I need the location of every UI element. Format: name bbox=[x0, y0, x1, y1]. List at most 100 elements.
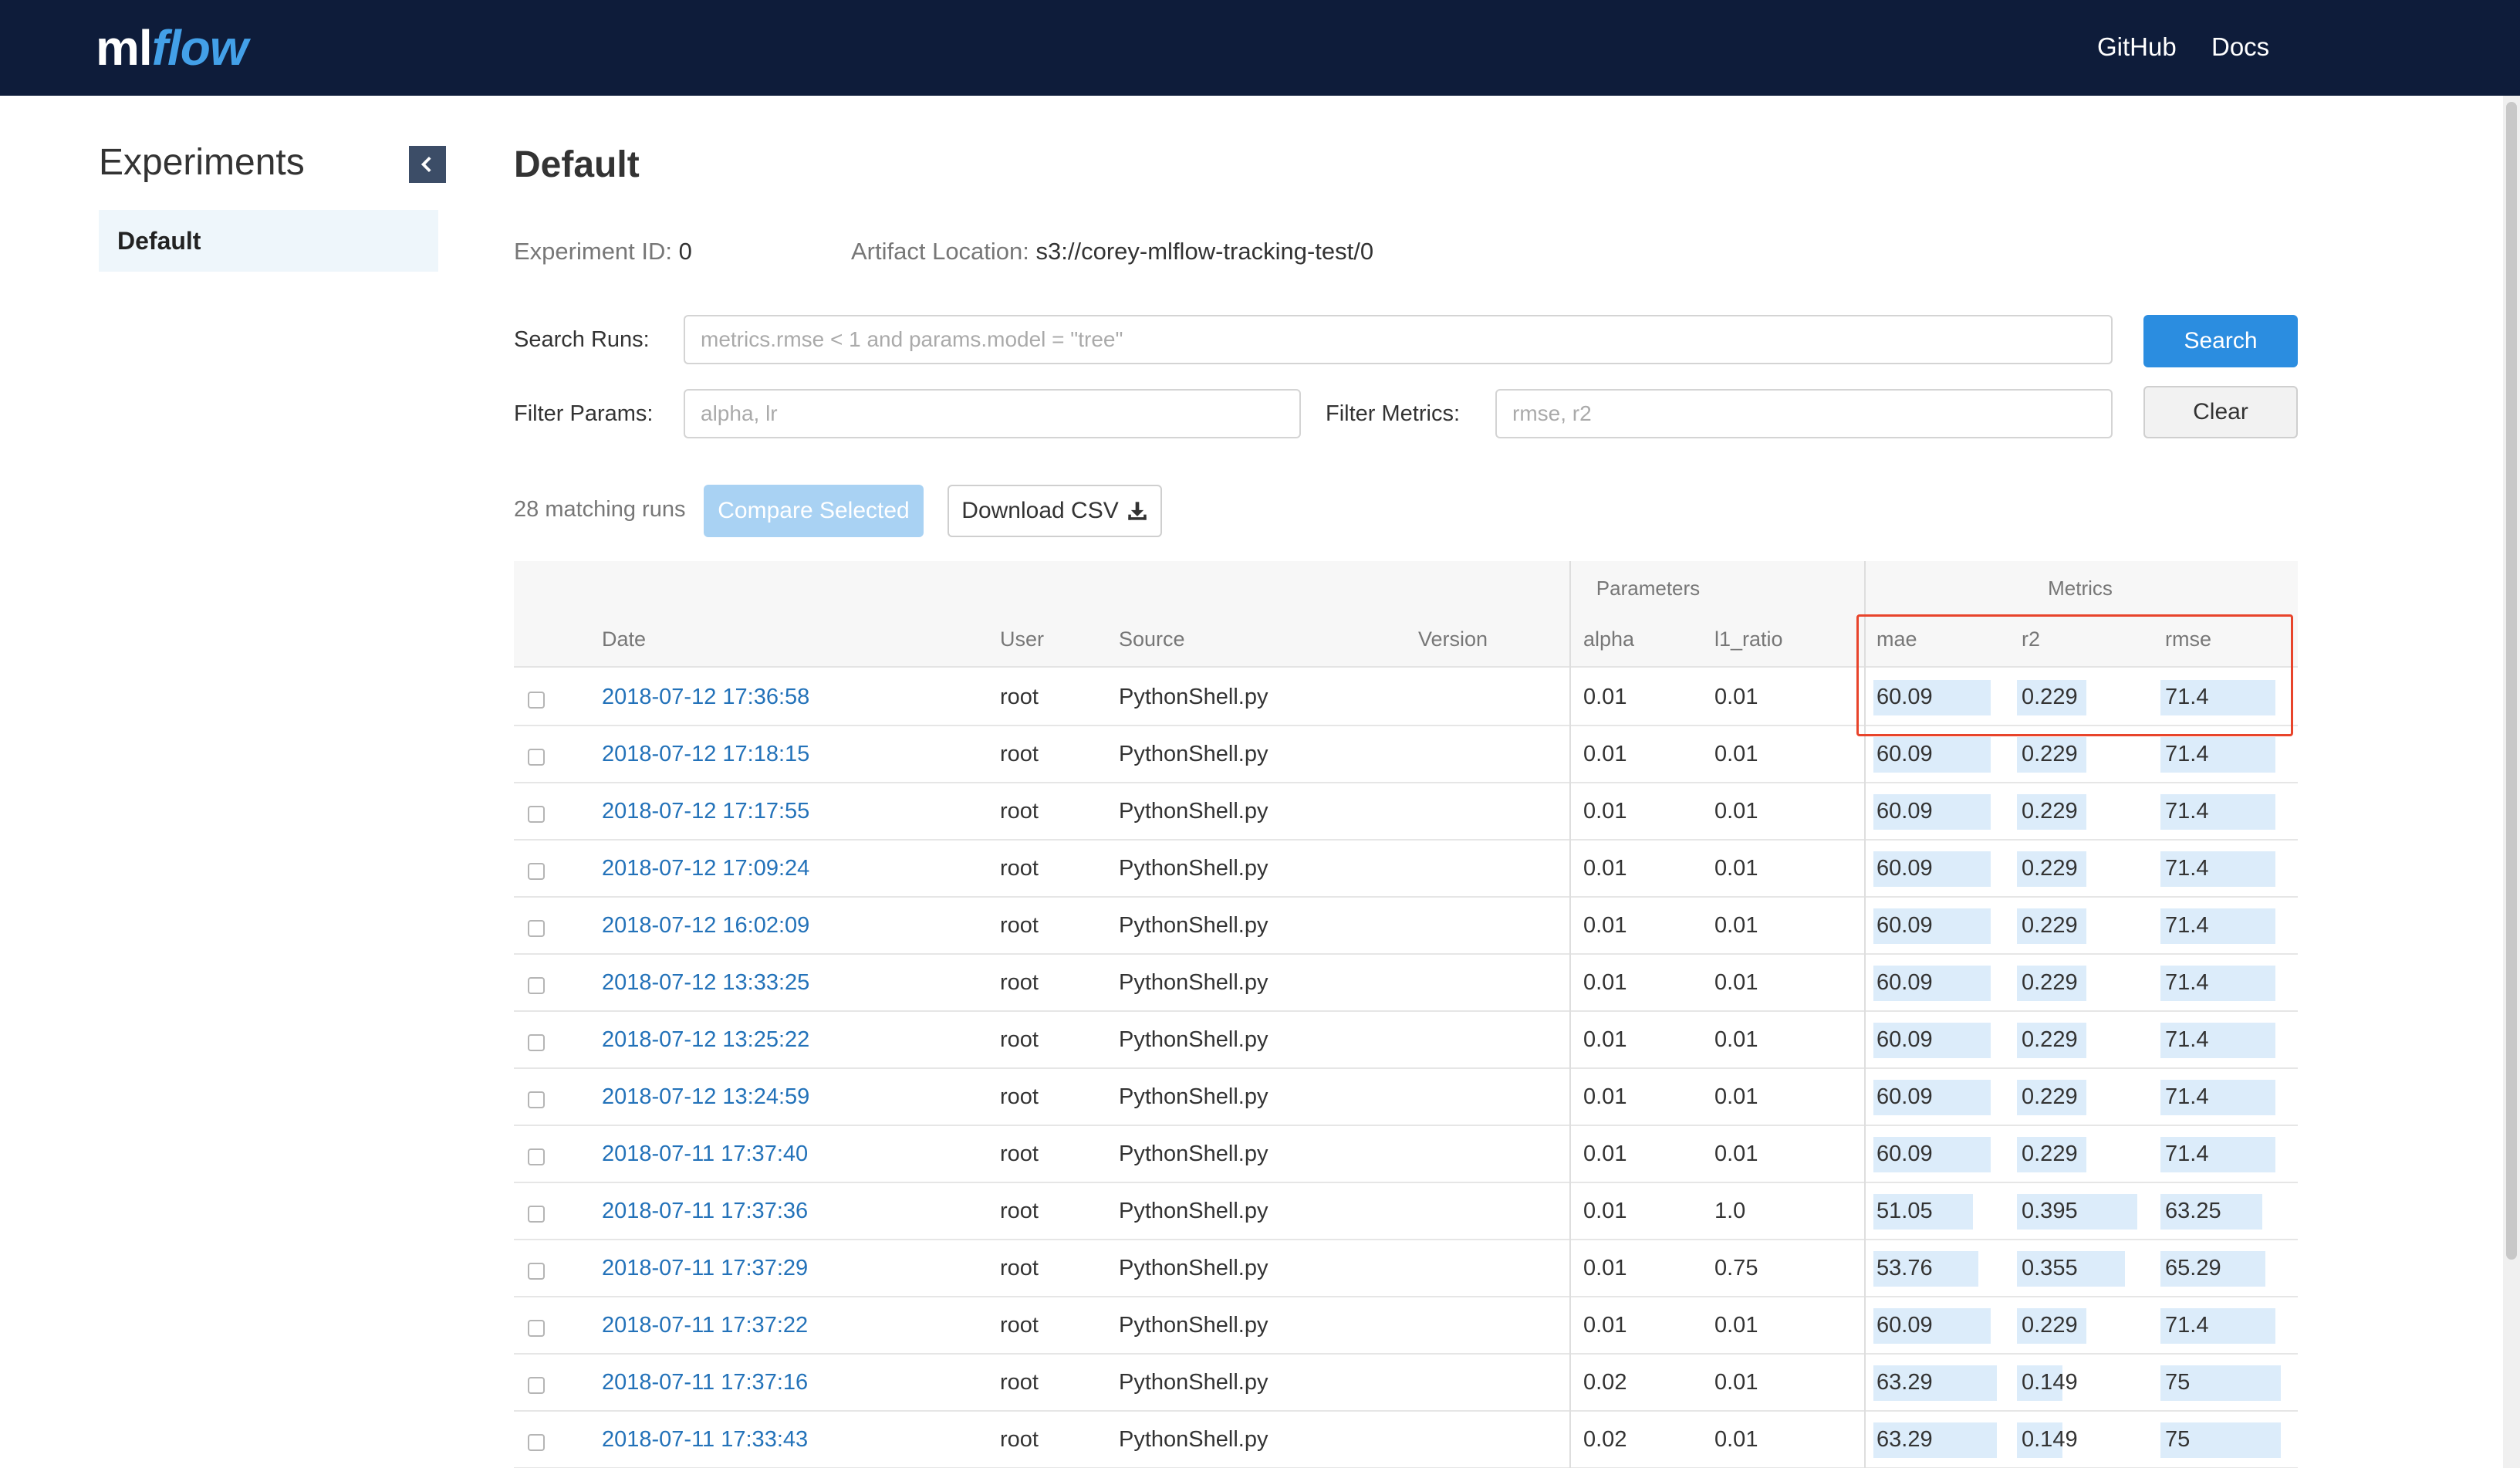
parameters-group-header: Parameters bbox=[1596, 577, 1701, 600]
metric-mae: 53.76 bbox=[1876, 1256, 1933, 1280]
param-l1-ratio: 0.01 bbox=[1714, 856, 1758, 881]
search-runs-input[interactable] bbox=[684, 315, 2113, 364]
metric-mae: 60.09 bbox=[1876, 1142, 1933, 1166]
param-l1-ratio: 0.01 bbox=[1714, 913, 1758, 938]
row-select-checkbox[interactable] bbox=[528, 806, 545, 823]
mlflow-logo[interactable]: ml flow bbox=[96, 17, 248, 79]
row-select-checkbox[interactable] bbox=[528, 1320, 545, 1337]
scrollbar-thumb[interactable] bbox=[2506, 102, 2517, 1260]
metric-mae: 63.29 bbox=[1876, 1370, 1933, 1395]
row-select-checkbox[interactable] bbox=[528, 1034, 545, 1051]
table-row: 2018-07-12 17:09:24 root PythonShell.py 0.0… bbox=[514, 841, 2298, 898]
table-row: 2018-07-11 17:33:43 root PythonShell.py 0.0… bbox=[514, 1412, 2298, 1468]
param-alpha: 0.01 bbox=[1583, 1084, 1627, 1109]
column-header-mae[interactable]: mae bbox=[1876, 627, 1917, 651]
run-user: root bbox=[1000, 1199, 1039, 1223]
filter-params-input[interactable] bbox=[684, 389, 1301, 438]
run-date-link[interactable]: 2018-07-11 17:37:29 bbox=[602, 1240, 808, 1296]
column-header-date[interactable]: Date bbox=[602, 627, 646, 651]
metric-mae: 60.09 bbox=[1876, 742, 1933, 766]
search-button[interactable]: Search bbox=[2143, 315, 2298, 367]
run-date-link[interactable]: 2018-07-12 13:33:25 bbox=[602, 955, 809, 1010]
experiment-id: Experiment ID: 0 bbox=[514, 238, 692, 266]
page-scrollbar[interactable] bbox=[2503, 96, 2520, 1468]
row-select-checkbox[interactable] bbox=[528, 1148, 545, 1165]
download-csv-button[interactable]: Download CSV bbox=[948, 485, 1162, 537]
download-icon bbox=[1128, 502, 1147, 520]
metric-mae: 60.09 bbox=[1876, 913, 1933, 938]
row-select-checkbox[interactable] bbox=[528, 1263, 545, 1280]
column-header-alpha[interactable]: alpha bbox=[1583, 627, 1634, 651]
row-select-checkbox[interactable] bbox=[528, 977, 545, 994]
metric-rmse: 71.4 bbox=[2165, 685, 2209, 709]
clear-button[interactable]: Clear bbox=[2143, 386, 2298, 438]
row-select-checkbox[interactable] bbox=[528, 1377, 545, 1394]
param-l1-ratio: 0.01 bbox=[1714, 799, 1758, 824]
column-header-user[interactable]: User bbox=[1000, 627, 1044, 651]
metric-mae: 60.09 bbox=[1876, 1027, 1933, 1052]
compare-selected-button[interactable]: Compare Selected bbox=[704, 485, 924, 537]
column-header-version[interactable]: Version bbox=[1418, 627, 1488, 651]
run-date-link[interactable]: 2018-07-12 13:25:22 bbox=[602, 1012, 809, 1067]
row-select-checkbox[interactable] bbox=[528, 920, 545, 937]
row-select-checkbox[interactable] bbox=[528, 692, 545, 709]
artifact-location: Artifact Location: s3://corey-mlflow-tra… bbox=[851, 238, 1373, 266]
metric-rmse: 71.4 bbox=[2165, 970, 2209, 995]
metric-mae: 60.09 bbox=[1876, 1084, 1933, 1109]
sidebar-item-default[interactable]: Default bbox=[99, 210, 438, 272]
param-alpha: 0.01 bbox=[1583, 799, 1627, 824]
metric-mae: 60.09 bbox=[1876, 799, 1933, 824]
metric-rmse: 75 bbox=[2165, 1427, 2191, 1452]
run-date-link[interactable]: 2018-07-12 13:24:59 bbox=[602, 1069, 809, 1125]
logo-ml-text: ml bbox=[96, 20, 153, 76]
table-row: 2018-07-12 16:02:09 root PythonShell.py 0.0… bbox=[514, 898, 2298, 955]
run-date-link[interactable]: 2018-07-11 17:37:16 bbox=[602, 1355, 808, 1410]
filter-metrics-input[interactable] bbox=[1495, 389, 2113, 438]
row-select-checkbox[interactable] bbox=[528, 1434, 545, 1451]
param-l1-ratio: 0.01 bbox=[1714, 1084, 1758, 1109]
column-header-r2[interactable]: r2 bbox=[2022, 627, 2040, 651]
row-select-checkbox[interactable] bbox=[528, 749, 545, 766]
github-link[interactable]: GitHub bbox=[2097, 32, 2177, 62]
run-date-link[interactable]: 2018-07-11 17:37:22 bbox=[602, 1297, 808, 1353]
metric-r2: 0.229 bbox=[2022, 742, 2078, 766]
run-date-link[interactable]: 2018-07-12 17:17:55 bbox=[602, 783, 809, 839]
param-alpha: 0.01 bbox=[1583, 1199, 1627, 1223]
docs-link[interactable]: Docs bbox=[2211, 32, 2269, 62]
logo-flow-text: flow bbox=[151, 20, 248, 76]
param-alpha: 0.01 bbox=[1583, 685, 1627, 709]
metric-rmse: 71.4 bbox=[2165, 913, 2209, 938]
column-header-l1-ratio[interactable]: l1_ratio bbox=[1714, 627, 1783, 651]
search-runs-label: Search Runs: bbox=[514, 327, 650, 352]
run-user: root bbox=[1000, 1142, 1039, 1166]
table-row: 2018-07-11 17:37:16 root PythonShell.py 0.0… bbox=[514, 1355, 2298, 1412]
run-date-link[interactable]: 2018-07-12 17:09:24 bbox=[602, 841, 809, 896]
row-select-checkbox[interactable] bbox=[528, 1206, 545, 1223]
download-csv-label: Download CSV bbox=[961, 498, 1119, 523]
run-date-link[interactable]: 2018-07-11 17:37:40 bbox=[602, 1126, 808, 1182]
metric-mae: 51.05 bbox=[1876, 1199, 1933, 1223]
parameters-divider bbox=[1569, 561, 1571, 1468]
artifact-location-label: Artifact Location: bbox=[851, 238, 1029, 265]
run-date-link[interactable]: 2018-07-11 17:37:36 bbox=[602, 1183, 808, 1239]
metric-rmse: 71.4 bbox=[2165, 856, 2209, 881]
metric-rmse: 71.4 bbox=[2165, 1027, 2209, 1052]
metric-r2: 0.149 bbox=[2022, 1427, 2078, 1452]
row-select-checkbox[interactable] bbox=[528, 863, 545, 880]
metric-rmse: 71.4 bbox=[2165, 1084, 2209, 1109]
table-row: 2018-07-11 17:37:22 root PythonShell.py 0.0… bbox=[514, 1297, 2298, 1355]
run-source: PythonShell.py bbox=[1119, 856, 1268, 881]
column-header-rmse[interactable]: rmse bbox=[2165, 627, 2211, 651]
collapse-sidebar-button[interactable] bbox=[409, 146, 446, 183]
metric-mae: 60.09 bbox=[1876, 685, 1933, 709]
run-date-link[interactable]: 2018-07-11 17:33:43 bbox=[602, 1412, 808, 1467]
run-date-link[interactable]: 2018-07-12 16:02:09 bbox=[602, 898, 809, 953]
run-date-link[interactable]: 2018-07-12 17:18:15 bbox=[602, 726, 809, 782]
column-header-source[interactable]: Source bbox=[1119, 627, 1185, 651]
run-date-link[interactable]: 2018-07-12 17:36:58 bbox=[602, 669, 809, 725]
metric-mae: 60.09 bbox=[1876, 970, 1933, 995]
table-row: 2018-07-12 13:33:25 root PythonShell.py 0.0… bbox=[514, 955, 2298, 1012]
row-select-checkbox[interactable] bbox=[528, 1091, 545, 1108]
metrics-divider bbox=[1864, 561, 1866, 1468]
param-l1-ratio: 0.01 bbox=[1714, 970, 1758, 995]
